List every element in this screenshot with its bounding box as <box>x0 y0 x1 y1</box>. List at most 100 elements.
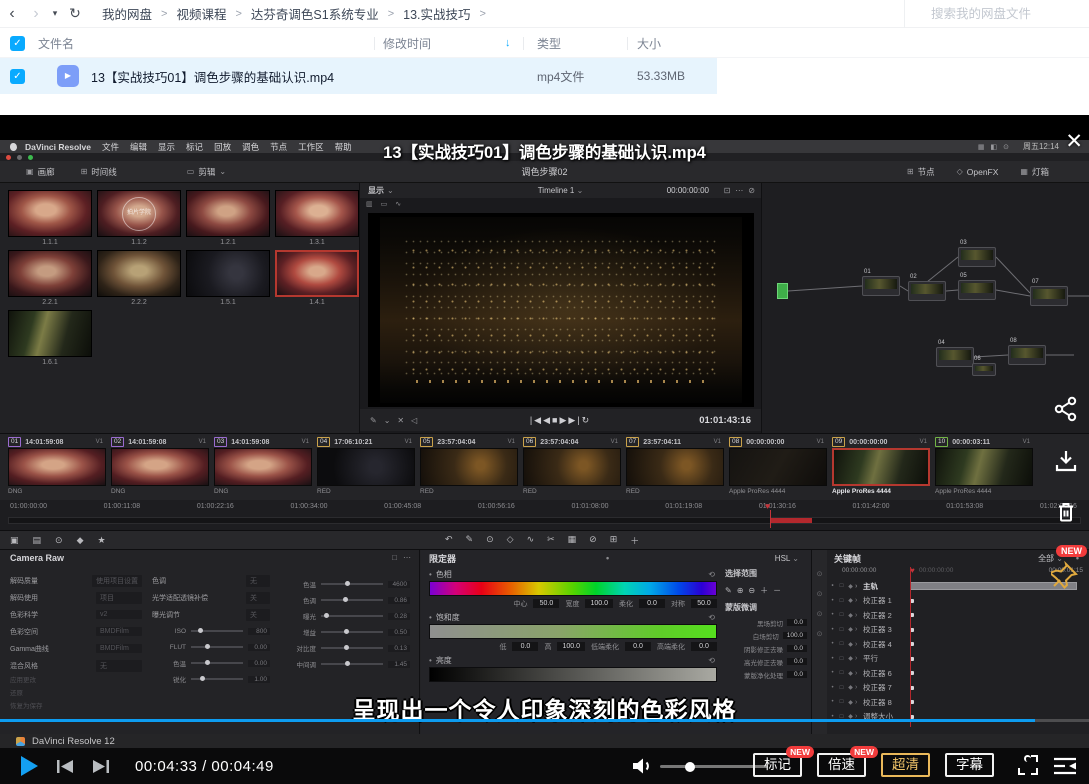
subtitles-button[interactable]: 字幕 <box>945 753 994 777</box>
fullscreen-button[interactable] <box>1018 755 1038 775</box>
forward-button[interactable]: › <box>24 6 48 22</box>
grading-tool-icons: ↶✎⊙◇∿✂▦⊘⊞＋ <box>445 534 639 547</box>
viewer-frame <box>368 213 754 407</box>
search-input[interactable] <box>905 7 1075 21</box>
taskbar-app-label: DaVinci Resolve 12 <box>32 736 115 747</box>
node-05: 05 <box>958 280 996 300</box>
breadcrumb-item[interactable]: 达芬奇调色S1系统专业 <box>251 4 379 23</box>
clip-header: 08 00:00:00:00 V1 <box>729 436 832 448</box>
sort-desc-icon[interactable]: ↓ <box>505 37 511 49</box>
breadcrumb-item[interactable]: 我的网盘 <box>102 4 152 23</box>
share-icon[interactable] <box>1053 396 1079 422</box>
volume-icon[interactable] <box>630 755 654 777</box>
next-button[interactable] <box>92 759 109 774</box>
camera-raw-setting: 曝光调节关 <box>152 606 270 623</box>
eyedropper-icon: ✎ <box>725 586 732 595</box>
breadcrumb-item[interactable]: 视频课程 <box>176 4 226 23</box>
grading-tool-icon: ▦ <box>568 534 577 547</box>
recorded-taskbar: DaVinci Resolve 12 <box>0 734 1089 748</box>
clip-number: 05 <box>420 437 433 447</box>
pin-icon[interactable] <box>1051 561 1079 589</box>
clip-timecode: 17:06:10:21 <box>334 439 372 446</box>
gallery-grid: 1.1.1 拍片学院 1.1.2 <box>8 190 359 370</box>
watermark-logo: 拍片学院 <box>122 197 156 231</box>
gallery-thumbnail <box>186 250 270 297</box>
play-button[interactable] <box>20 755 39 777</box>
matte-finesse-title: 蒙版微调 <box>725 602 807 616</box>
davinci-logo-icon <box>16 737 25 746</box>
resolve-toolbar-item: ⊞节点 <box>907 166 935 178</box>
volume-dot[interactable] <box>685 762 695 772</box>
camera-raw-col2: 色调无 光学适配透镜补偿关 曝光调节关 <box>152 572 270 687</box>
clip-track: V1 <box>405 439 412 445</box>
breadcrumb-separator: > <box>235 8 241 20</box>
mark-button[interactable]: 标记NEW <box>753 753 802 777</box>
gallery-still-label: 1.3.1 <box>275 239 359 246</box>
resolve-gallery-panel: 1.1.1 拍片学院 1.1.2 <box>0 183 360 433</box>
file-name[interactable]: 13【实战技巧01】调色步骤的基础认识.mp4 <box>91 67 334 86</box>
ruler-tick-label: 01:01:08:00 <box>572 503 609 510</box>
progress-bar[interactable] <box>0 719 1089 722</box>
column-modified[interactable]: 修改时间 <box>383 35 431 52</box>
select-all-checkbox[interactable]: ✓ <box>10 36 25 51</box>
volume-slider[interactable] <box>660 765 768 768</box>
clip-format: DNG <box>8 488 111 495</box>
player-title: 13【实战技巧01】调色步骤的基础认识.mp4 <box>0 139 1089 163</box>
download-icon[interactable] <box>1053 448 1079 474</box>
quality-button[interactable]: 超清 <box>881 753 930 777</box>
keyframe-track-row: • □ ◆ › 校正器 6 <box>828 666 1087 681</box>
file-row[interactable]: ✓ ▶ 13【实战技巧01】调色步骤的基础认识.mp4 mp4文件 53.33M… <box>0 58 717 94</box>
clip-thumbnail <box>626 448 724 486</box>
refresh-button[interactable]: ↻ <box>62 5 88 22</box>
column-divider <box>374 37 375 50</box>
close-player-button[interactable]: ✕ <box>1065 129 1083 154</box>
saturation-value: 0.0 <box>691 642 717 651</box>
column-type[interactable]: 类型 <box>537 35 561 52</box>
clip-thumbnail <box>832 448 930 486</box>
hue-values: 中心50.0宽度100.0柔化0.0对称50.0 <box>429 596 717 611</box>
history-caret-icon[interactable]: ▾ <box>48 8 62 19</box>
resolve-main: 1.1.1 拍片学院 1.1.2 <box>0 183 1089 433</box>
gallery-still-label: 2.2.1 <box>8 299 92 306</box>
timeline-clip: 06 23:57:04:04 V1 RED <box>523 436 626 500</box>
speed-button[interactable]: 倍速NEW <box>817 753 866 777</box>
selection-range-title: 选择范围 <box>725 568 807 582</box>
video-player[interactable]: DaVinci Resolve 文件编辑显示标记回放调色节点工作区帮助 ▦◧⊙ … <box>0 115 1089 784</box>
grading-tool-icon: ✎ <box>466 534 474 547</box>
timeline-clip: 05 23:57:04:04 V1 RED <box>420 436 523 500</box>
breadcrumb-separator: > <box>161 8 167 20</box>
breadcrumb: 我的网盘 > 视频课程 > 达芬奇调色S1系统专业 > 13.实战技巧 > <box>102 4 495 23</box>
clip-header: 01 14:01:59:08 V1 <box>8 436 111 448</box>
toolbar-item-icon: ◇ <box>957 167 963 176</box>
playlist-button[interactable] <box>1052 755 1078 777</box>
breadcrumb-item[interactable]: 13.实战技巧 <box>403 4 470 23</box>
back-button[interactable]: ‹ <box>0 6 24 22</box>
column-divider <box>523 37 524 50</box>
keyframe-track-row: • □ ◆ › 校正器 2 <box>828 608 1087 623</box>
ruler-tick-label: 01:01:42:00 <box>853 503 890 510</box>
clip-header: 06 23:57:04:04 V1 <box>523 436 626 448</box>
player-controls: 00:04:33 / 00:04:49 标记NEW 倍速NEW 超清 字幕 <box>0 748 1089 784</box>
column-size[interactable]: 大小 <box>637 35 661 52</box>
clip-timecode: 00:00:00:00 <box>849 439 887 446</box>
progress-fill <box>0 719 1035 722</box>
row-checkbox[interactable]: ✓ <box>10 69 25 84</box>
resolve-node-panel: 01 02 03 05 07 04 06 08 <box>762 183 1089 433</box>
screen: ‹ › ▾ ↻ 我的网盘 > 视频课程 > 达芬奇调色S1系统专业 > 13.实… <box>0 0 1089 784</box>
gallery-thumbnail: 拍片学院 <box>97 190 181 237</box>
clip-thumbnail <box>420 448 518 486</box>
qualifier-title: 限定器 <box>429 552 456 565</box>
breadcrumb-separator: > <box>388 8 394 20</box>
node-input-square <box>777 283 788 299</box>
clip-format: RED <box>523 488 626 495</box>
clip-timecode: 23:57:04:04 <box>540 439 578 446</box>
column-name[interactable]: 文件名 <box>38 35 74 52</box>
camera-raw-slider: 曝光 0.28 <box>282 608 410 624</box>
clip-track: V1 <box>1023 439 1030 445</box>
camera-raw-slider: 中间调 1.45 <box>282 656 410 672</box>
ruler-tick-label: 01:00:56:16 <box>478 503 515 510</box>
transport-button-icon: ↻ <box>582 415 592 425</box>
delete-icon[interactable] <box>1053 499 1079 525</box>
clip-format: Apple ProRes 4444 <box>729 488 832 495</box>
previous-button[interactable] <box>57 759 74 774</box>
